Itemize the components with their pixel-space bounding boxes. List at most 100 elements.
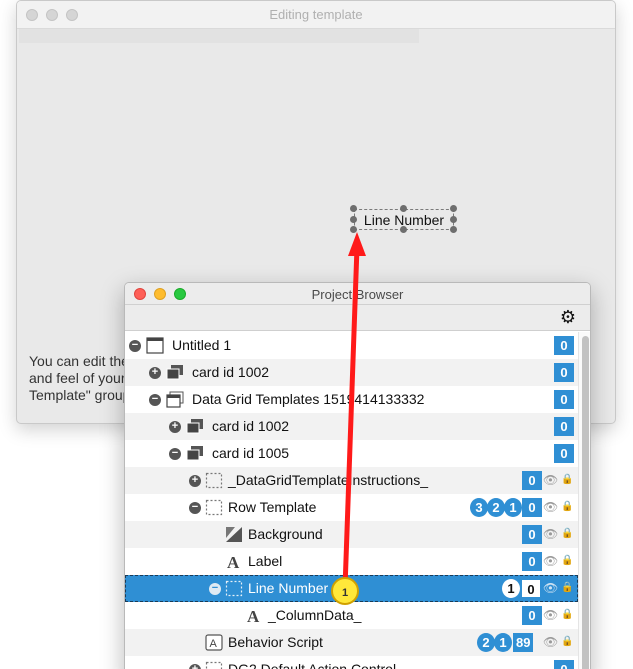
tree-row[interactable]: + card id 1002 0 — [125, 413, 578, 440]
project-browser-toolbar: ⚙ — [125, 305, 590, 331]
tree-row[interactable]: A Behavior Script 2 1 89 👁 🔒 — [125, 629, 578, 656]
resize-handle[interactable] — [400, 226, 407, 233]
collapse-icon[interactable]: − — [209, 583, 221, 595]
tree-row-label: Row Template — [228, 499, 317, 515]
lock-icon[interactable]: 🔒 — [561, 527, 573, 541]
card-icon — [186, 419, 203, 434]
count-badge: 0 — [522, 498, 542, 517]
card-icon — [166, 365, 183, 380]
count-badge: 0 — [554, 417, 574, 436]
resize-handle[interactable] — [450, 226, 457, 233]
group-icon — [225, 580, 243, 597]
script-badge[interactable]: 1 — [502, 579, 520, 598]
expand-icon[interactable]: + — [189, 664, 201, 669]
tree-row-selected[interactable]: − Line Number 1 0 👁 🔒 — [125, 575, 578, 602]
lock-icon[interactable]: 🔒 — [561, 635, 573, 649]
tree-row-label: card id 1002 — [212, 418, 290, 434]
stack-window-icon — [166, 391, 184, 408]
tree-row[interactable]: − Data Grid Templates 1519414133332 0 — [125, 386, 578, 413]
eye-icon[interactable]: 👁 — [543, 581, 558, 595]
gear-icon[interactable]: ⚙ — [560, 308, 576, 326]
count-badge: 0 — [521, 579, 541, 598]
screen: Editing template You can edit the and fe… — [0, 0, 633, 669]
eye-icon[interactable]: 👁 — [543, 635, 558, 649]
group-icon — [205, 499, 223, 516]
resize-handle[interactable] — [450, 205, 457, 212]
card-icon — [186, 446, 203, 461]
script-badge[interactable]: 2 — [477, 633, 495, 652]
group-icon — [205, 661, 223, 669]
expand-icon[interactable]: + — [189, 475, 201, 487]
resize-handle[interactable] — [350, 205, 357, 212]
collapse-icon[interactable]: − — [149, 394, 161, 406]
tree-row-label: _ColumnData_ — [268, 607, 362, 623]
count-badge: 0 — [554, 336, 574, 355]
count-badge: 0 — [554, 363, 574, 382]
tree-row-label: Line Number — [248, 580, 329, 596]
count-badge: 0 — [554, 444, 574, 463]
script-badge[interactable]: 2 — [487, 498, 505, 517]
collapse-icon[interactable]: − — [129, 340, 141, 352]
faint-toolbar — [19, 29, 419, 43]
tree-row-label: Untitled 1 — [172, 337, 232, 353]
resize-handle[interactable] — [400, 205, 407, 212]
lock-icon[interactable]: 🔒 — [561, 554, 573, 568]
project-browser-window: Project Browser ⚙ − Untitled 1 0 + card … — [124, 282, 591, 669]
lock-icon[interactable]: 🔒 — [561, 581, 573, 595]
tree-row-label: Data Grid Templates 1519414133332 — [192, 391, 425, 407]
count-badge: 0 — [554, 660, 574, 669]
script-badge[interactable]: 1 — [494, 633, 512, 652]
expand-icon[interactable]: + — [149, 367, 161, 379]
resize-handle[interactable] — [350, 226, 357, 233]
eye-icon[interactable]: 👁 — [543, 608, 558, 622]
vertical-scrollbar[interactable] — [578, 332, 590, 669]
script-badge[interactable]: 1 — [504, 498, 522, 517]
resize-handle[interactable] — [450, 216, 457, 223]
project-browser-titlebar: Project Browser — [125, 283, 590, 305]
eye-icon[interactable]: 👁 — [543, 473, 558, 487]
svg-text:A: A — [210, 638, 218, 650]
tree-row-label: Label — [248, 553, 283, 569]
count-badge: 0 — [522, 552, 542, 571]
window-title: Editing template — [269, 7, 363, 22]
group-icon — [205, 472, 223, 489]
script-badge[interactable]: 3 — [470, 498, 488, 517]
lock-icon[interactable]: 🔒 — [561, 473, 573, 487]
eye-icon[interactable]: 👁 — [543, 527, 558, 541]
tree-row[interactable]: + card id 1002 0 — [125, 359, 578, 386]
eye-icon[interactable]: 👁 — [543, 500, 558, 514]
count-badge: 89 — [513, 633, 534, 652]
svg-text:A: A — [247, 607, 260, 624]
window-title: Project Browser — [311, 287, 404, 302]
button-icon: A — [205, 634, 223, 651]
eye-icon[interactable]: 👁 — [543, 554, 558, 568]
tree-row-label: card id 1005 — [212, 445, 290, 461]
collapse-icon[interactable]: − — [169, 448, 181, 460]
lock-icon[interactable]: 🔒 — [561, 608, 573, 622]
tree-row[interactable]: − Row Template 3 2 1 0 👁 🔒 — [125, 494, 578, 521]
expand-icon[interactable]: + — [169, 421, 181, 433]
tree-row-label: DG2 Default Action Control — [228, 661, 397, 669]
count-badge: 0 — [522, 471, 542, 490]
tree-row[interactable]: A _ColumnData_ 0 👁 🔒 — [125, 602, 578, 629]
lock-icon[interactable]: 🔒 — [561, 500, 573, 514]
tree-row[interactable]: + DG2 Default Action Control 0 — [125, 656, 578, 669]
tree-row[interactable]: − card id 1005 0 — [125, 440, 578, 467]
scroll-thumb[interactable] — [582, 336, 589, 669]
collapse-icon[interactable]: − — [189, 502, 201, 514]
text-field-icon: A — [227, 553, 240, 570]
tree-row-label: _DataGridTemplateInstructions_ — [228, 472, 428, 488]
graphic-icon — [226, 527, 242, 542]
tree-row-label: card id 1002 — [192, 364, 270, 380]
tree-row[interactable]: Background 0 👁 🔒 — [125, 521, 578, 548]
count-badge: 0 — [522, 606, 542, 625]
tree-row[interactable]: − Untitled 1 0 — [125, 332, 578, 359]
count-badge: 0 — [522, 525, 542, 544]
tree-row[interactable]: A Label 0 👁 🔒 — [125, 548, 578, 575]
tree-row-label: Behavior Script — [228, 634, 323, 650]
resize-handle[interactable] — [350, 216, 357, 223]
tree-row-label: Background — [248, 526, 323, 542]
tree-row[interactable]: + _DataGridTemplateInstructions_ 0 👁 🔒 — [125, 467, 578, 494]
editing-template-titlebar: Editing template — [17, 1, 615, 29]
stack-window-icon — [146, 337, 164, 354]
